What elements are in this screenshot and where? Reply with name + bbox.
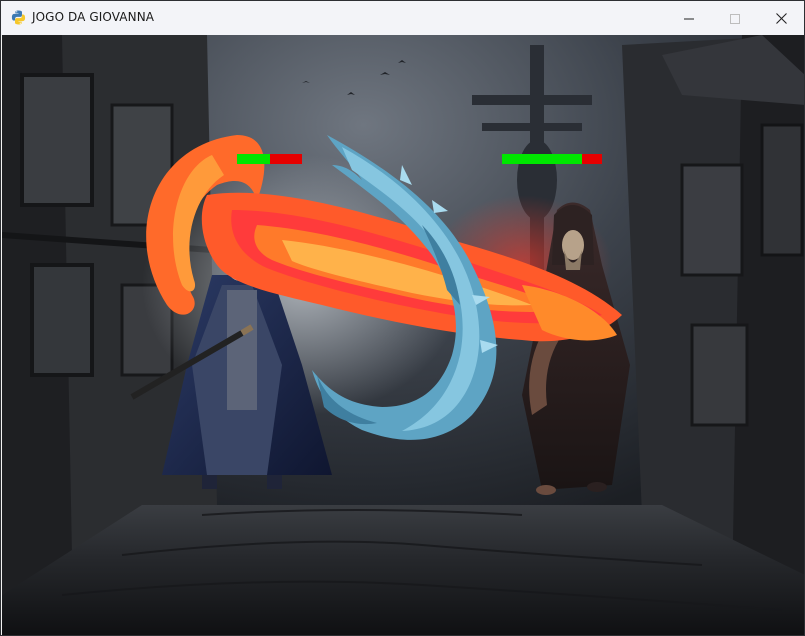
game-canvas[interactable]: [2, 35, 804, 635]
close-icon: [775, 9, 787, 28]
minimize-icon: [684, 9, 694, 28]
player-health-bar: [237, 154, 302, 164]
game-scene: [2, 35, 804, 635]
python-icon: [11, 10, 26, 25]
window-title: JOGO DA GIOVANNA: [32, 10, 155, 24]
player-health-fill: [237, 154, 270, 164]
enemy-health-bar: [502, 154, 602, 164]
cobblestone-street: [2, 505, 804, 635]
enemy-health-empty: [582, 154, 602, 164]
maximize-button[interactable]: [712, 1, 758, 35]
minimize-button[interactable]: [666, 1, 712, 35]
maximize-icon: [730, 9, 740, 28]
close-button[interactable]: [758, 1, 804, 35]
player-health-empty: [269, 154, 302, 164]
enemy-health-fill: [502, 154, 582, 164]
game-window: JOGO DA GIOVANNA: [0, 0, 805, 636]
title-bar[interactable]: JOGO DA GIOVANNA: [1, 1, 804, 35]
